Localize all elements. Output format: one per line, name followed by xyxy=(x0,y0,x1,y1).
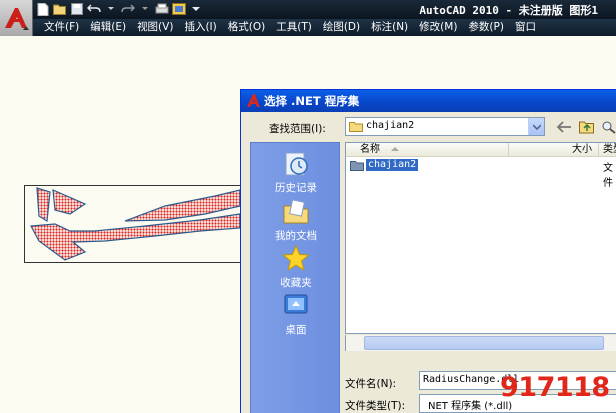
select-net-assembly-dialog: 选择 .NET 程序集 查找范围(I): chajian2 历史记录 我的文档 … xyxy=(240,89,616,413)
file-name: chajian2 xyxy=(366,159,419,171)
dialog-title-bar[interactable]: 选择 .NET 程序集 xyxy=(241,90,616,112)
quick-access-toolbar xyxy=(36,2,203,17)
new-icon[interactable] xyxy=(36,2,50,16)
chevron-down-icon[interactable] xyxy=(528,118,544,135)
place-my-documents-label: 我的文档 xyxy=(275,230,317,242)
menu-window[interactable]: 窗口 xyxy=(504,19,536,36)
file-type: 文件 xyxy=(603,163,613,189)
place-desktop-label: 桌面 xyxy=(285,324,307,336)
undo-dropdown-icon[interactable] xyxy=(104,2,118,16)
redo-icon[interactable] xyxy=(121,2,135,16)
app-title: AutoCAD 2010 - 未注册版 图形1 xyxy=(419,4,598,17)
menu-file[interactable]: 文件(F) xyxy=(33,19,79,36)
look-in-combo[interactable]: chajian2 xyxy=(345,117,545,136)
column-type[interactable]: 类型 xyxy=(599,143,616,157)
file-list[interactable]: 名称 大小 类型 chajian2 文件 xyxy=(345,142,616,334)
horizontal-scrollbar[interactable] xyxy=(345,335,616,351)
menu-insert[interactable]: 插入(I) xyxy=(173,19,216,36)
my-documents-icon xyxy=(283,199,309,224)
file-name-label: 文件名(N): xyxy=(345,378,397,390)
menu-view[interactable]: 视图(V) xyxy=(126,19,173,36)
dialog-title: 选择 .NET 程序集 xyxy=(264,94,360,108)
menu-bar: 文件(F) 编辑(E) 视图(V) 插入(I) 格式(O) 工具(T) 绘图(D… xyxy=(33,19,616,36)
menu-tools[interactable]: 工具(T) xyxy=(265,19,312,36)
place-desktop[interactable]: 桌面 xyxy=(251,291,341,337)
menu-format[interactable]: 格式(O) xyxy=(217,19,265,36)
menu-draw[interactable]: 绘图(D) xyxy=(312,19,360,36)
history-icon xyxy=(285,152,308,176)
qat-dropdown-icon[interactable] xyxy=(189,2,203,16)
open-icon[interactable] xyxy=(53,2,67,16)
list-item[interactable]: chajian2 xyxy=(350,158,419,172)
column-name-label: 名称 xyxy=(360,144,380,155)
app-title-bar: AutoCAD 2010 - 未注册版 图形1 xyxy=(0,0,616,19)
menu-edit[interactable]: 编辑(E) xyxy=(79,19,126,36)
file-type-label: 文件类型(T): xyxy=(345,400,406,412)
look-in-label: 查找范围(I): xyxy=(269,123,326,135)
place-favorites[interactable]: 收藏夹 xyxy=(251,244,341,290)
autocad-logo-icon[interactable] xyxy=(0,0,33,36)
scrollbar-thumb[interactable] xyxy=(364,336,604,350)
back-icon[interactable] xyxy=(554,117,574,136)
column-size[interactable]: 大小 xyxy=(509,143,599,157)
folder-icon xyxy=(350,160,364,171)
save-icon[interactable] xyxy=(70,2,84,16)
look-in-value: chajian2 xyxy=(366,120,415,131)
watermark: 917118 xyxy=(500,372,610,403)
up-folder-icon[interactable] xyxy=(577,117,597,136)
place-favorites-label: 收藏夹 xyxy=(280,277,312,289)
column-name[interactable]: 名称 xyxy=(346,143,509,157)
sort-asc-icon xyxy=(391,147,400,151)
place-my-documents[interactable]: 我的文档 xyxy=(251,197,341,243)
hatched-drawing[interactable] xyxy=(24,185,254,263)
workspace-icon[interactable] xyxy=(172,2,186,16)
favorites-star-icon xyxy=(282,244,310,272)
folder-icon xyxy=(349,121,363,135)
column-type-label: 类型 xyxy=(603,144,616,155)
menu-dimension[interactable]: 标注(N) xyxy=(360,19,408,36)
undo-icon[interactable] xyxy=(87,2,101,16)
menu-parameters[interactable]: 参数(P) xyxy=(457,19,504,36)
menu-modify[interactable]: 修改(M) xyxy=(408,19,457,36)
column-size-label: 大小 xyxy=(572,144,592,155)
places-bar: 历史记录 我的文档 收藏夹 桌面 xyxy=(250,142,340,413)
autocad-dialog-icon xyxy=(246,93,261,108)
desktop-icon xyxy=(284,294,308,314)
plot-icon[interactable] xyxy=(155,2,169,16)
place-history-label: 历史记录 xyxy=(275,182,317,194)
search-web-icon[interactable] xyxy=(599,117,616,136)
place-history[interactable]: 历史记录 xyxy=(251,149,341,195)
redo-dropdown-icon[interactable] xyxy=(138,2,152,16)
